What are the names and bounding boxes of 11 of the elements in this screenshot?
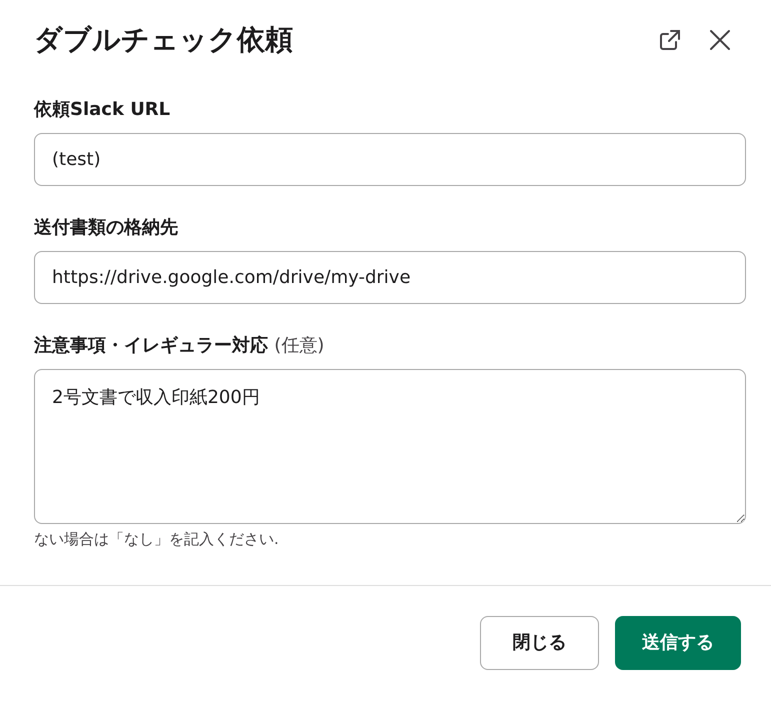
- close-button[interactable]: 閉じる: [480, 616, 599, 670]
- send-button[interactable]: 送信する: [615, 616, 741, 670]
- optional-note: (任意): [274, 335, 324, 356]
- modal-title: ダブルチェック依頼: [34, 22, 293, 58]
- field-label: 送付書類の格納先: [34, 216, 179, 240]
- text-field[interactable]: https://drive.google.com/drive/my-drive: [34, 251, 746, 304]
- text-area[interactable]: 2号文書で収入印紙200円: [34, 369, 746, 524]
- field-label: 注意事項・イレギュラー対応: [34, 335, 268, 356]
- text-field[interactable]: (test): [34, 133, 746, 186]
- help-text: ない場合は「なし」を記入ください.: [34, 529, 280, 550]
- field-label: 依頼Slack URL: [34, 98, 172, 122]
